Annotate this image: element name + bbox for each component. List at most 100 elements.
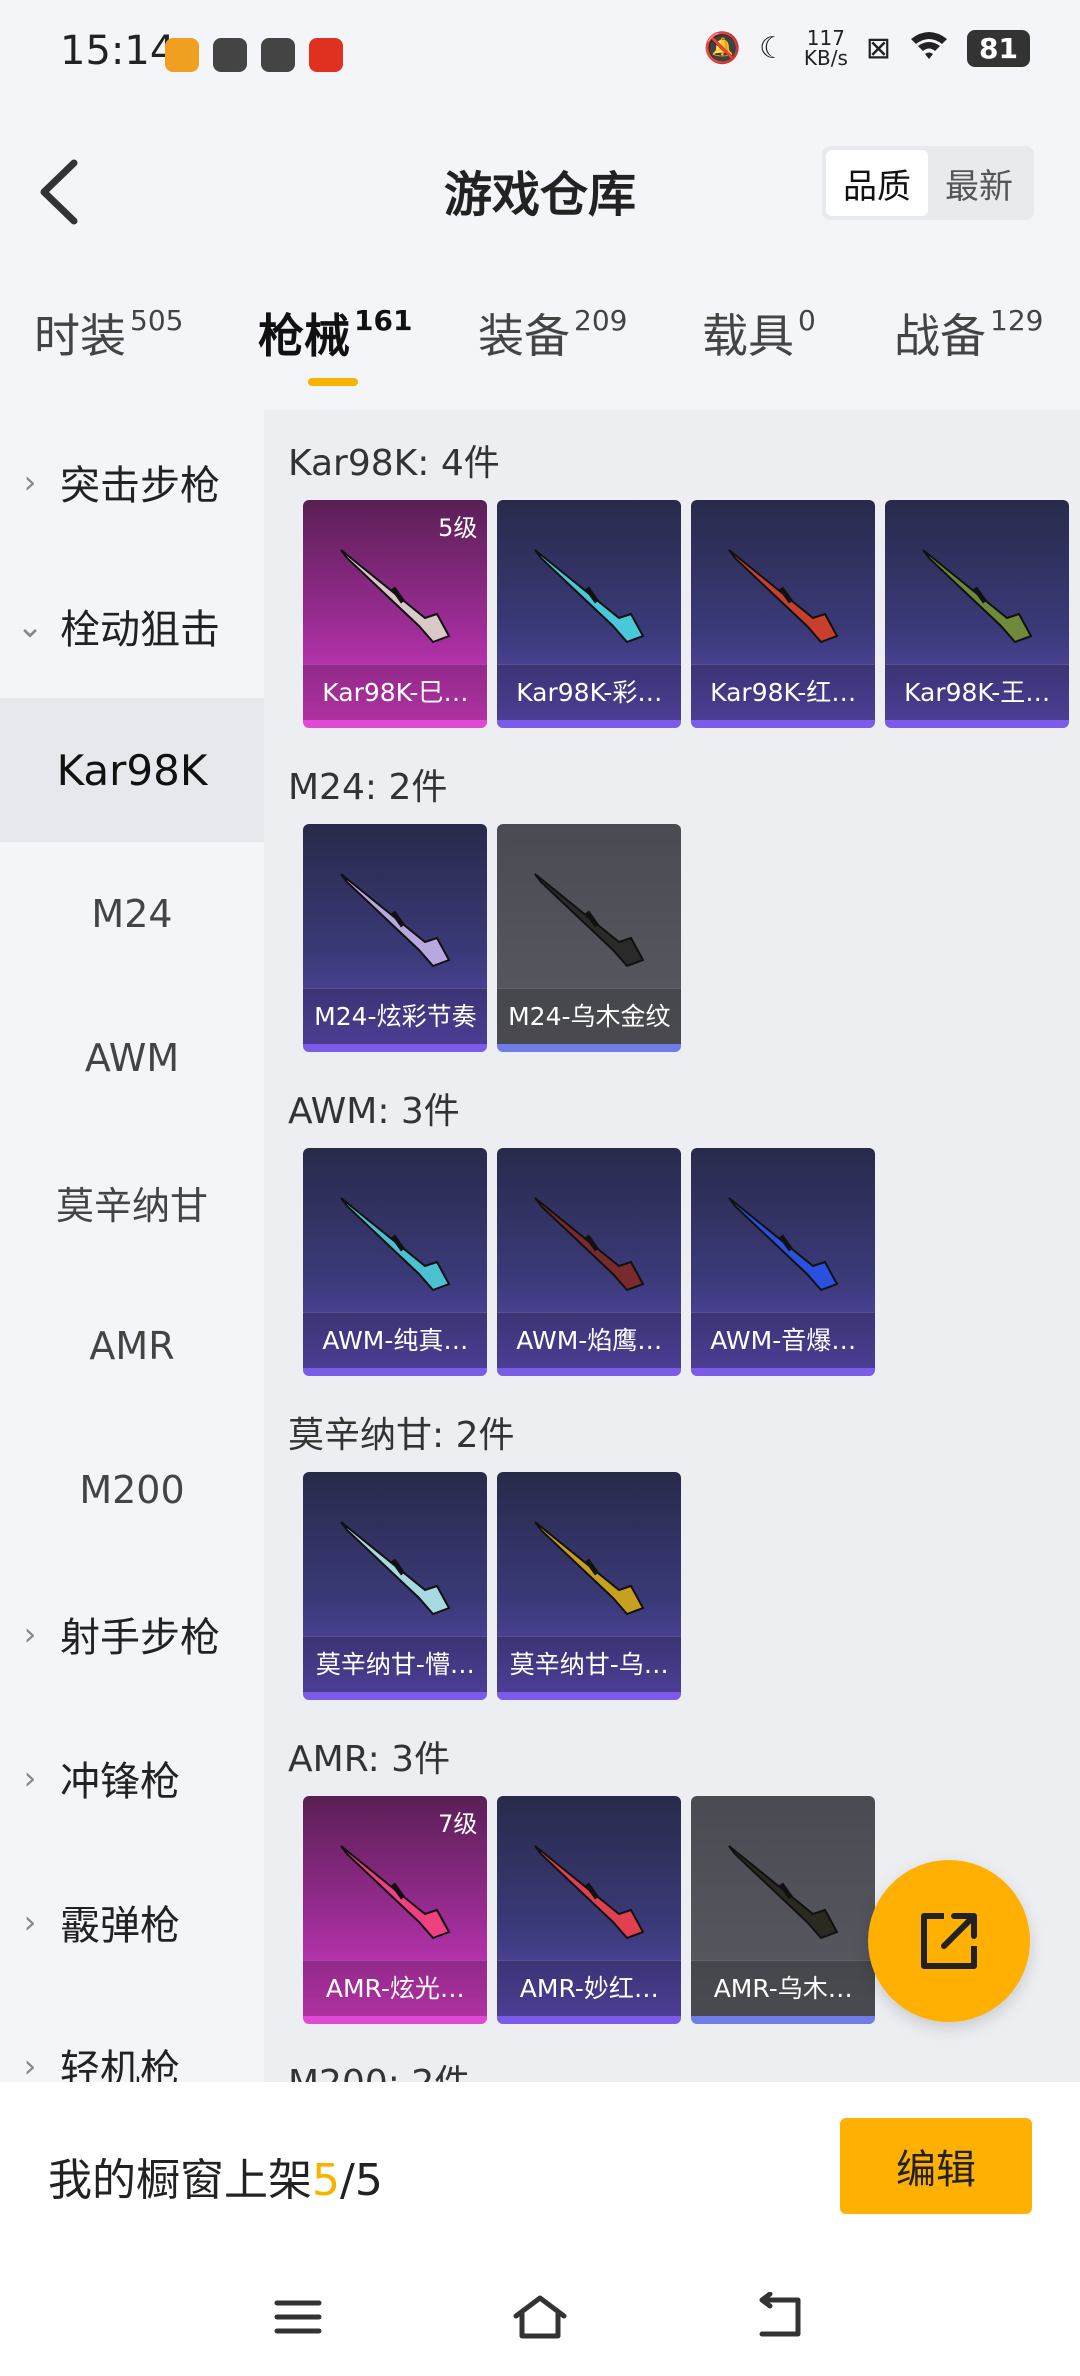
sidebar-item[interactable]: › 突击步枪 — [0, 410, 264, 554]
sidebar-item[interactable]: 莫辛纳甘 — [0, 1130, 264, 1274]
tab-label: 时装 — [34, 309, 126, 363]
sort-newest-button[interactable]: 最新 — [928, 150, 1030, 216]
item-name: AMR-妙红… — [497, 1960, 682, 2016]
sidebar-item[interactable]: › 冲锋枪 — [0, 1706, 264, 1850]
sidebar-item[interactable]: ⌄ 栓动狙击 — [0, 554, 264, 698]
tab-count: 505 — [130, 304, 184, 337]
speed-value: 117 — [806, 26, 845, 50]
rifle-icon — [534, 1845, 645, 1940]
chevron-right-icon: › — [23, 2047, 37, 2082]
item-name: Kar98K-彩… — [497, 664, 682, 720]
item-card[interactable]: AWM-焰鹰… — [497, 1148, 682, 1376]
chevron-right-icon: › — [23, 1903, 37, 1941]
item-card[interactable]: Kar98K-红… — [691, 500, 876, 728]
tab-vehicles[interactable]: 载具 0 — [702, 300, 816, 366]
item-card[interactable]: AWM-纯真… — [303, 1148, 488, 1376]
group-title: 莫辛纳甘: 2件 — [288, 1415, 515, 1456]
sidebar-item[interactable]: › 霰弹枪 — [0, 1850, 264, 1994]
tab-label: 载具 — [702, 309, 794, 363]
item-name: Kar98K-巳… — [303, 664, 488, 720]
category-tabs: 时装 505 枪械 161 装备 209 载具 0 战备 129 — [0, 300, 1080, 410]
item-card[interactable]: M24-乌木金纹 — [497, 824, 682, 1052]
active-tab-indicator — [308, 378, 358, 386]
sidebar-item-label: AMR — [89, 1324, 175, 1368]
status-time: 15:14 — [60, 28, 176, 74]
home-nav-button[interactable] — [500, 2282, 580, 2352]
rifle-icon — [922, 549, 1033, 644]
network-speed: 117 KB/s — [804, 28, 848, 68]
group-title: AMR: 3件 — [288, 1739, 451, 1780]
rifle-icon — [534, 549, 645, 644]
sidebar-item[interactable]: AWM — [0, 986, 264, 1130]
item-card[interactable]: 7级 AMR-炫光… — [303, 1796, 488, 2024]
tab-equipment[interactable]: 装备 209 — [478, 300, 627, 366]
tab-label: 枪械 — [258, 309, 350, 363]
item-card[interactable]: Kar98K-彩… — [497, 500, 682, 728]
item-card[interactable]: M24-炫彩节奏 — [303, 824, 488, 1052]
sidebar-item-label: 霰弹枪 — [60, 1903, 180, 1949]
battery-indicator: 81 — [967, 29, 1030, 67]
header: 游戏仓库 品质 最新 时装 505 枪械 161 装备 209 载具 0 战备 129 — [0, 100, 1080, 386]
sidebar-item[interactable]: Kar98K — [0, 698, 264, 842]
item-name: AMR-炫光… — [303, 1960, 488, 2016]
rifle-icon — [728, 549, 839, 644]
sort-quality-button[interactable]: 品质 — [826, 150, 928, 216]
item-name: M24-乌木金纹 — [497, 988, 682, 1044]
system-nav-bar — [0, 2262, 1080, 2376]
item-name: 莫辛纳甘-懵… — [303, 1636, 488, 1692]
item-name: M24-炫彩节奏 — [303, 988, 488, 1044]
item-card[interactable]: AMR-乌木… — [691, 1796, 876, 2024]
share-icon — [921, 1913, 977, 1969]
tab-guns[interactable]: 枪械 161 — [258, 300, 412, 366]
weapon-type-sidebar: › 突击步枪 ⌄ 栓动狙击 Kar98K M24 AWM 莫辛纳甘 AMR M200 › 射手步枪 › 冲… — [0, 410, 264, 2082]
tab-fashion[interactable]: 时装 505 — [34, 300, 183, 366]
app-notification-icon — [261, 38, 295, 72]
notification-icons — [165, 38, 343, 72]
chevron-down-icon: ⌄ — [16, 607, 44, 645]
item-card[interactable]: AMR-妙红… — [497, 1796, 682, 2024]
sidebar-item[interactable]: › 射手步枪 — [0, 1562, 264, 1706]
tab-count: 129 — [990, 304, 1044, 337]
sidebar-item-label: AWM — [84, 1036, 180, 1080]
rifle-icon — [340, 873, 451, 968]
app-notification-icon — [213, 38, 247, 72]
rifle-icon — [340, 1845, 451, 1940]
sidebar-item[interactable]: M24 — [0, 842, 264, 986]
item-card[interactable]: 5级 Kar98K-巳… — [303, 500, 488, 728]
sidebar-item-label: 栓动狙击 — [60, 607, 220, 653]
sidebar-item[interactable]: AMR — [0, 1274, 264, 1418]
sidebar-item-label: 冲锋枪 — [60, 1759, 180, 1805]
item-card[interactable]: AWM-音爆… — [691, 1148, 876, 1376]
tab-supplies[interactable]: 战备 129 — [894, 300, 1043, 366]
tab-label: 战备 — [894, 309, 986, 363]
sidebar-item-label: Kar98K — [56, 745, 208, 795]
item-name: AWM-焰鹰… — [497, 1312, 682, 1368]
item-name: AWM-音爆… — [691, 1312, 876, 1368]
item-name: 莫辛纳甘-乌… — [497, 1636, 682, 1692]
status-right: 🔕 ☾ 117 KB/s ⊠ 81 — [704, 28, 1030, 68]
showcase-current-count: 5 — [312, 2155, 340, 2206]
group-title: AWM: 3件 — [288, 1091, 460, 1132]
item-card[interactable]: 莫辛纳甘-懵… — [303, 1472, 488, 1700]
back-nav-button[interactable] — [740, 2282, 820, 2352]
sidebar-item[interactable]: › 轻机枪 — [0, 1994, 264, 2082]
item-card[interactable]: 莫辛纳甘-乌… — [497, 1472, 682, 1700]
item-name: Kar98K-王… — [885, 664, 1070, 720]
sidebar-item[interactable]: M200 — [0, 1418, 264, 1562]
sim-icon: ⊠ — [865, 30, 892, 66]
home-icon — [513, 2295, 567, 2339]
status-bar: 15:14 🔕 ☾ 117 KB/s ⊠ 81 — [0, 0, 1080, 100]
sidebar-item-label: M24 — [91, 892, 173, 936]
edit-button[interactable]: 编辑 — [840, 2118, 1032, 2214]
rifle-icon — [340, 1197, 451, 1292]
group-title: M24: 2件 — [288, 767, 448, 808]
back-nav-icon — [759, 2292, 801, 2337]
sidebar-item-label: 莫辛纳甘 — [55, 1183, 208, 1228]
chevron-right-icon: › — [23, 1759, 37, 1797]
share-button[interactable] — [868, 1860, 1030, 2022]
moon-icon: ☾ — [758, 30, 786, 66]
item-card[interactable]: Kar98K-王… — [885, 500, 1070, 728]
menu-nav-button[interactable] — [258, 2282, 338, 2352]
tab-count: 0 — [798, 304, 816, 337]
app-notification-icon — [165, 38, 199, 72]
